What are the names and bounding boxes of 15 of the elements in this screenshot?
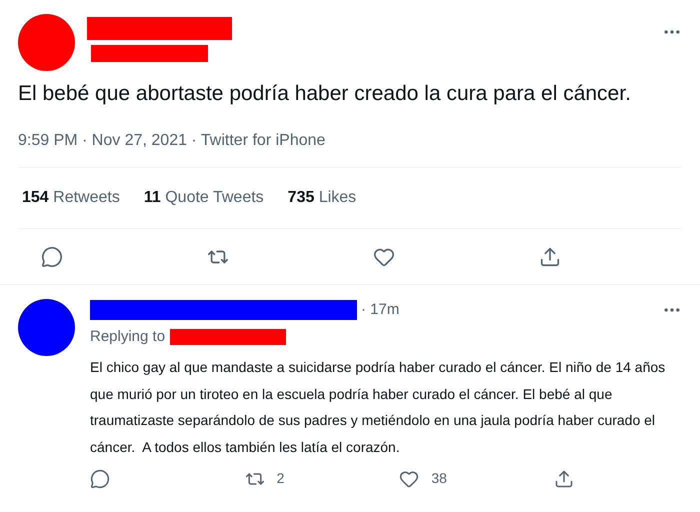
tweet-timestamp: 9:59 PM · Nov 27, 2021 · Twitter for iPhone xyxy=(18,131,326,151)
stat[interactable]: 11 Quote Tweets xyxy=(144,186,264,210)
stat[interactable]: 154 Retweets xyxy=(22,186,120,210)
action-count: 38 xyxy=(431,469,447,488)
comment-icon[interactable] xyxy=(90,468,110,488)
comment-icon[interactable] xyxy=(41,246,63,268)
share-icon[interactable] xyxy=(554,468,574,488)
tweet-text: El bebé que abortaste podría haber creado la cura para el cáncer. xyxy=(18,81,632,107)
heart-icon[interactable] xyxy=(399,468,420,488)
stat[interactable]: 735 Likes xyxy=(288,186,356,210)
action-count: 2 xyxy=(276,469,284,488)
share-icon[interactable] xyxy=(539,246,561,268)
replying-to-label: Replying to xyxy=(90,326,166,346)
reply-time: · 17m xyxy=(361,300,400,320)
reply-text: El chico gay al que mandaste a suicidarse podría haber curado el cáncer. El niño de 14 años que murió por un tiroteo en la escuela podría haber curado el cáncer. El bebé al que traumatizaste separándolo de sus padres y metiéndolo en una jaula podría haber curado el cáncer. A todos ellos también les latía el corazón. xyxy=(90,358,666,456)
